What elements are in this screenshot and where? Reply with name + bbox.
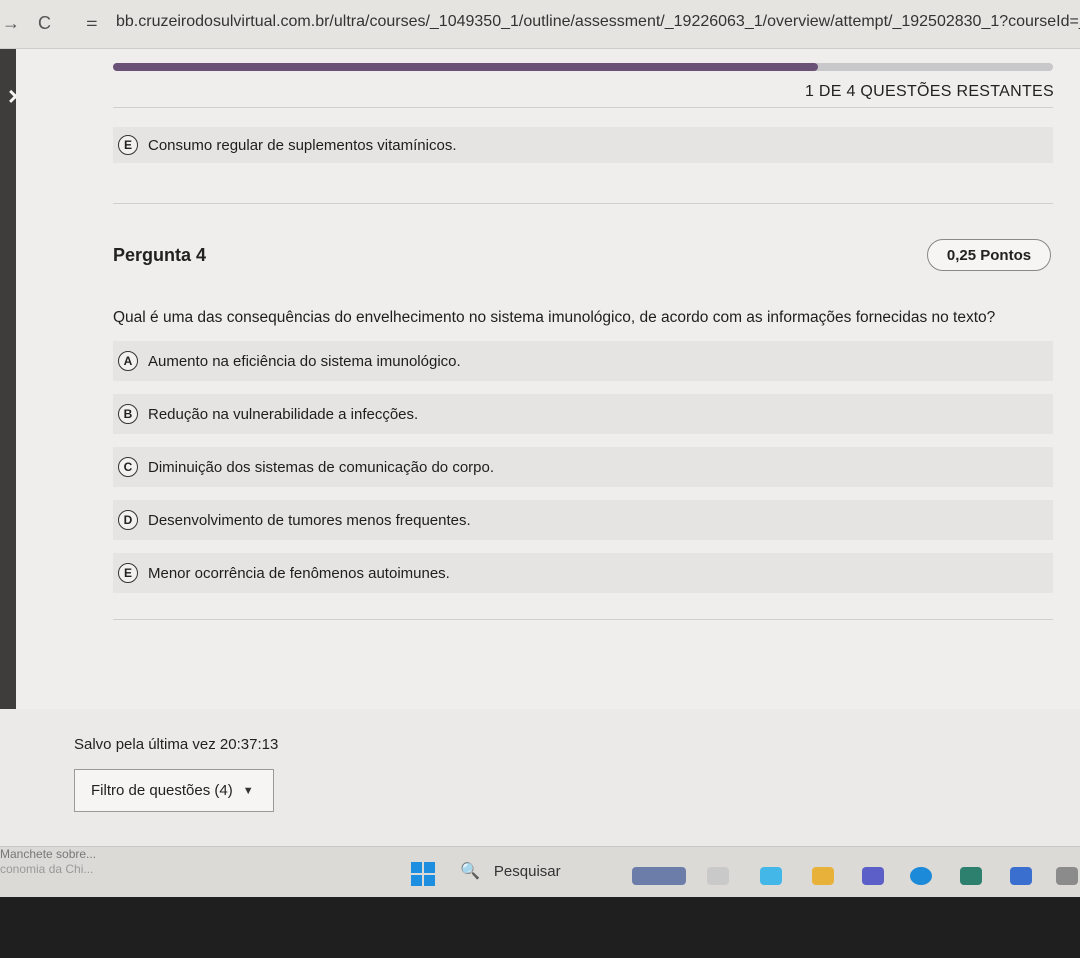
address-bar[interactable]: bb.cruzeirodosulvirtual.com.br/ultra/cou… [116, 13, 1080, 31]
choice-text: Aumento na eficiência do sistema imunoló… [148, 352, 461, 370]
edge-icon[interactable] [910, 867, 932, 885]
news-subtitle: conomia da Chi... [0, 862, 94, 876]
questions-remaining: 1 DE 4 QUESTÕES RESTANTES [804, 83, 1054, 100]
choice-text: Menor ocorrência de fenômenos autoimunes… [148, 564, 450, 582]
app-icon[interactable] [1010, 867, 1032, 885]
question-text: Qual é uma das consequências do envelhec… [113, 309, 996, 326]
choice-letter: D [118, 510, 138, 530]
task-view-icon[interactable] [707, 867, 729, 885]
assessment-footer: Salvo pela última vez 20:37:13 Filtro de… [0, 709, 1080, 846]
choice-text: Redução na vulnerabilidade a infecções. [148, 405, 419, 423]
previous-choice-e[interactable]: E Consumo regular de suplementos vitamín… [113, 127, 1053, 163]
divider [113, 203, 1053, 204]
progress-bar [113, 63, 1053, 71]
taskbar-search[interactable]: 🔍 Pesquisar [460, 861, 561, 881]
divider [113, 619, 1053, 620]
side-strip: × [0, 49, 23, 709]
choice-d[interactable]: D Desenvolvimento de tumores menos frequ… [113, 500, 1053, 540]
assessment-panel: 1 DE 4 QUESTÕES RESTANTES E Consumo regu… [16, 49, 1080, 709]
news-widget[interactable]: Manchete sobre... conomia da Chi... [0, 847, 96, 877]
taskbar: Manchete sobre... conomia da Chi... 🔍 Pe… [0, 846, 1080, 897]
widgets-icon[interactable] [632, 867, 686, 885]
news-title: Manchete sobre... [0, 847, 97, 861]
question-filter-button[interactable]: Filtro de questões (4) ▼ [74, 769, 274, 812]
assessment-app: × 1 DE 4 QUESTÕES RESTANTES E Consumo re… [0, 49, 1080, 846]
choice-a[interactable]: A Aumento na eficiência do sistema imuno… [113, 341, 1053, 381]
caret-down-icon: ▼ [242, 784, 254, 797]
choice-text: Diminuição dos sistemas de comunicação d… [148, 458, 495, 476]
browser-toolbar: → C ⚌ bb.cruzeirodosulvirtual.com.br/ult… [0, 0, 1080, 49]
choice-letter: B [118, 404, 138, 424]
choice-letter: C [118, 457, 138, 477]
forward-arrow-icon[interactable]: → [2, 13, 20, 33]
choice-e[interactable]: E Menor ocorrência de fenômenos autoimun… [113, 553, 1053, 593]
search-icon: 🔍 [460, 863, 480, 880]
last-saved-text: Salvo pela última vez 20:37:13 [74, 736, 279, 753]
choice-b[interactable]: B Redução na vulnerabilidade a infecções… [113, 394, 1053, 434]
choice-text: Desenvolvimento de tumores menos frequen… [148, 511, 471, 529]
windows-start-icon[interactable] [411, 862, 435, 886]
reload-icon[interactable]: C [38, 13, 51, 33]
store-icon[interactable] [960, 867, 982, 885]
choice-letter: A [118, 351, 138, 371]
question-title: Pergunta 4 [113, 245, 207, 265]
teams-icon[interactable] [862, 867, 884, 885]
file-explorer-icon[interactable] [812, 867, 834, 885]
choice-letter: E [118, 563, 138, 583]
filter-label: Filtro de questões (4) [91, 782, 233, 799]
choice-text: Consumo regular de suplementos vitamínic… [148, 136, 457, 154]
copilot-icon[interactable] [760, 867, 782, 885]
choice-c[interactable]: C Diminuição dos sistemas de comunicação… [113, 447, 1053, 487]
choice-letter: E [118, 135, 138, 155]
divider [113, 107, 1053, 108]
screen-bezel [0, 897, 1080, 958]
app-icon[interactable] [1056, 867, 1078, 885]
progress-fill [113, 63, 818, 71]
site-info-icon[interactable]: ⚌ [86, 14, 98, 30]
search-label: Pesquisar [493, 862, 561, 880]
points-badge: 0,25 Pontos [927, 239, 1051, 271]
